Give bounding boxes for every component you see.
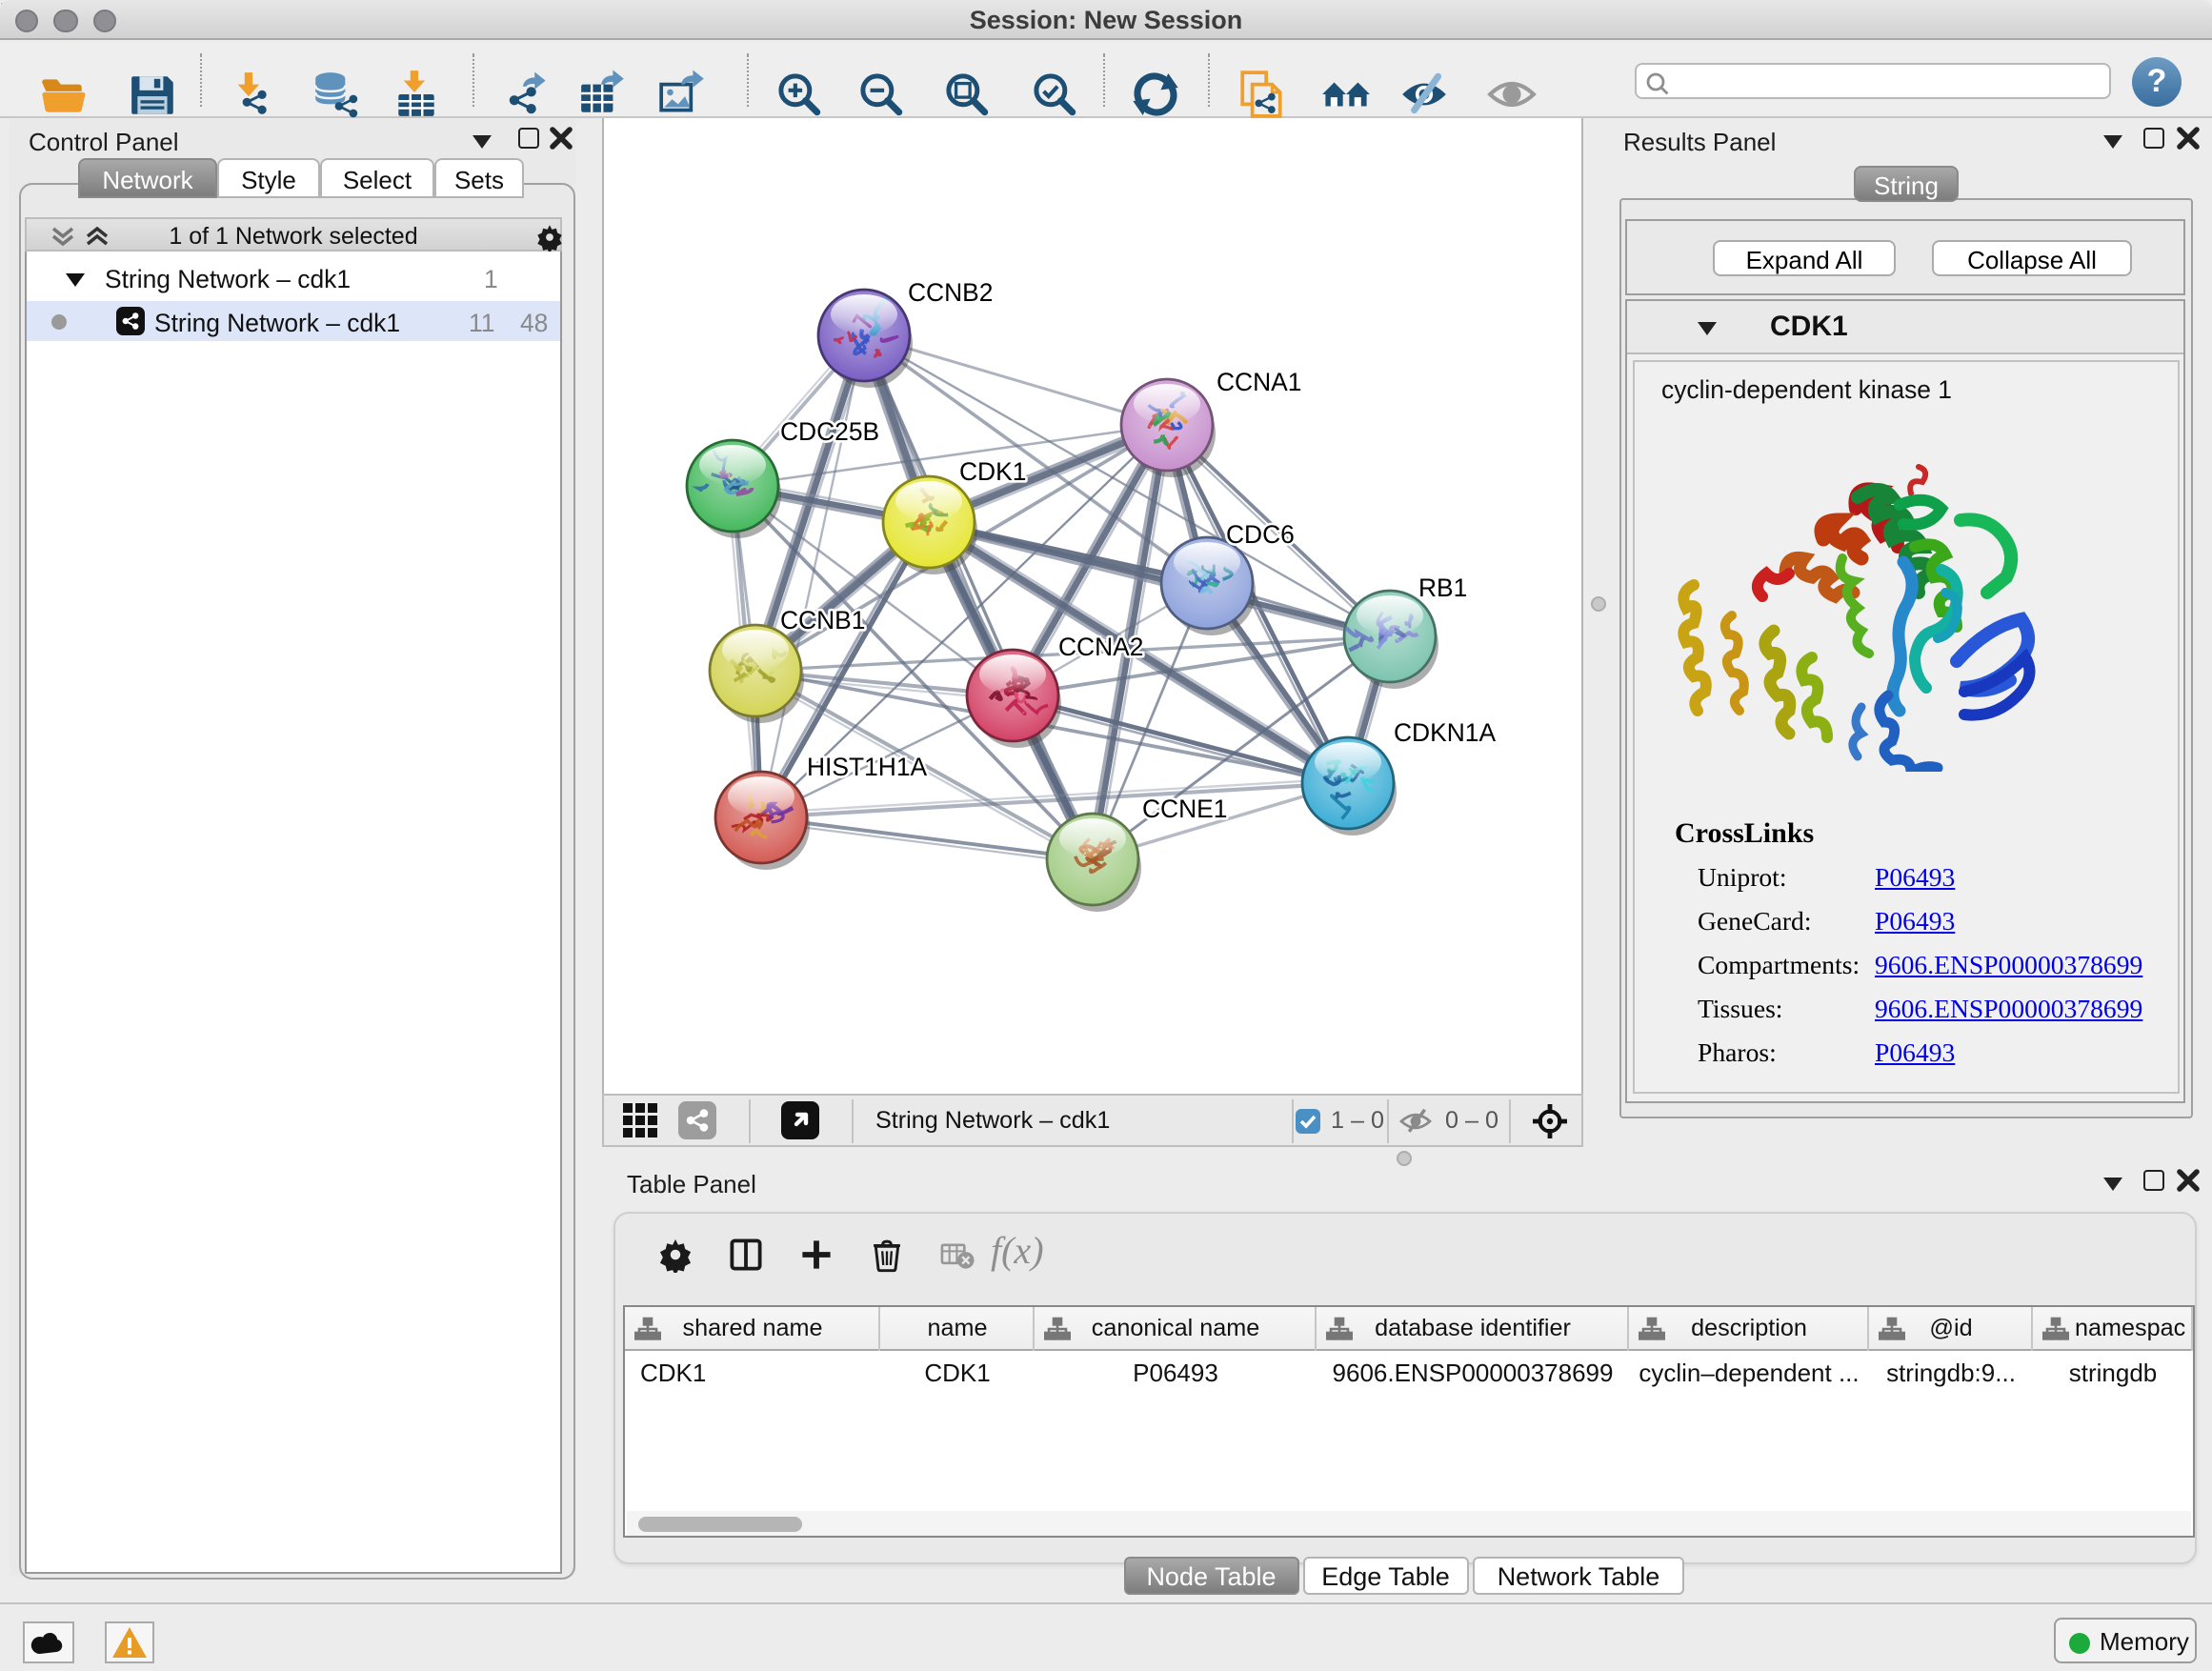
svg-text:CCNA2: CCNA2 — [1057, 633, 1142, 661]
svg-text:CDC6: CDC6 — [1225, 520, 1294, 549]
svg-text:RB1: RB1 — [1418, 574, 1466, 602]
svg-text:CCNB2: CCNB2 — [907, 278, 992, 307]
svg-text:HIST1H1A: HIST1H1A — [806, 753, 927, 781]
svg-text:CDKN1A: CDKN1A — [1393, 718, 1495, 747]
svg-text:CDK1: CDK1 — [958, 457, 1025, 486]
svg-text:CCNE1: CCNE1 — [1141, 795, 1226, 823]
svg-text:CCNA1: CCNA1 — [1216, 368, 1300, 396]
svg-text:CCNB1: CCNB1 — [779, 606, 864, 634]
svg-text:CDC25B: CDC25B — [779, 417, 878, 446]
